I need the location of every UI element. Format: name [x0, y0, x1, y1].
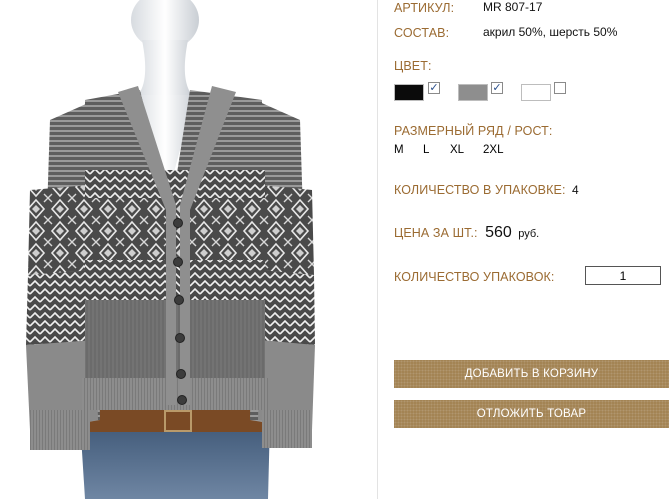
swatch-white-checkbox[interactable] — [554, 82, 566, 94]
size-item: M — [394, 144, 404, 156]
composition-row: СОСТАВ: акрил 50%, шерсть 50% — [394, 24, 617, 42]
size-item: XL — [450, 144, 465, 156]
packages-label: КОЛИЧЕСТВО УПАКОВОК: — [394, 270, 555, 284]
size-item: 2XL — [483, 144, 504, 156]
article-row: АРТИКУЛ: MR 807-17 — [394, 0, 542, 17]
packages-row: КОЛИЧЕСТВО УПАКОВОК: — [394, 268, 554, 286]
photo-divider — [377, 0, 378, 499]
product-photo — [0, 0, 378, 499]
swatch-black-checkbox[interactable]: ✓ — [428, 82, 440, 94]
price-row: ЦЕНА ЗА ШТ.: 560 руб. — [394, 224, 539, 242]
composition-label: СОСТАВ: — [394, 26, 450, 40]
postpone-button[interactable]: ОТЛОЖИТЬ ТОВАР — [394, 400, 669, 428]
swatch-grey[interactable] — [458, 84, 488, 101]
cardigan-image — [26, 0, 315, 499]
swatch-black[interactable] — [394, 84, 424, 101]
price-label: ЦЕНА ЗА ШТ.: — [394, 226, 478, 240]
pack-quantity-label: КОЛИЧЕСТВО В УПАКОВКЕ: — [394, 183, 566, 197]
product-details: АРТИКУЛ: MR 807-17 СОСТАВ: акрил 50%, ше… — [394, 0, 669, 499]
swatch-white[interactable] — [521, 84, 551, 101]
article-value: MR 807-17 — [483, 0, 543, 14]
size-title: РАЗМЕРНЫЙ РЯД / РОСТ: — [394, 124, 553, 138]
price-value: 560 — [485, 224, 512, 241]
size-item: L — [423, 144, 430, 156]
article-label: АРТИКУЛ: — [394, 1, 455, 15]
pack-quantity-value: 4 — [571, 183, 579, 197]
price-currency: руб. — [518, 228, 540, 240]
color-swatches: ✓ ✓ — [394, 82, 669, 106]
packages-quantity-input[interactable] — [585, 266, 661, 285]
color-title: ЦВЕТ: — [394, 59, 432, 73]
composition-value: акрил 50%, шерсть 50% — [483, 25, 618, 39]
pack-quantity-row: КОЛИЧЕСТВО В УПАКОВКЕ: 4 — [394, 181, 579, 199]
swatch-grey-checkbox[interactable]: ✓ — [491, 82, 503, 94]
add-to-cart-button[interactable]: ДОБАВИТЬ В КОРЗИНУ — [394, 360, 669, 388]
